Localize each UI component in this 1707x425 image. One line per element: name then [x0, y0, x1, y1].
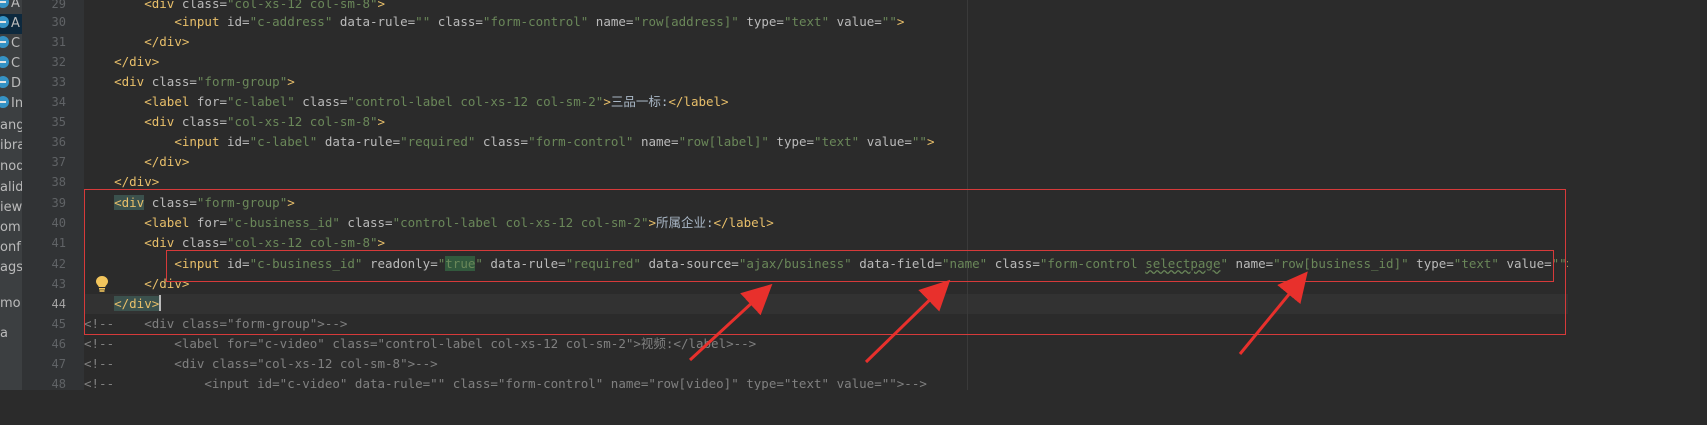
ide-window: AACCDInangibranodalidiewomonfags.moa 293… — [0, 0, 1568, 390]
annotation-arrows — [688, 271, 1308, 364]
arrow-to-row-business-id — [1238, 271, 1308, 355]
arrow-to-ajax-business — [688, 283, 773, 362]
arrow-to-name-field — [864, 279, 951, 364]
